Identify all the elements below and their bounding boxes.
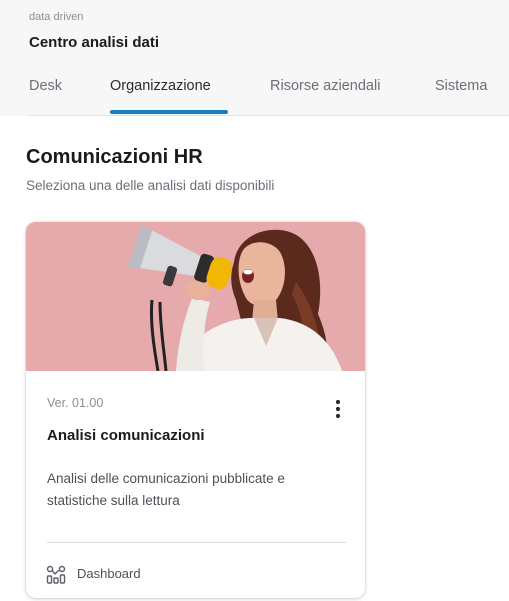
active-tab-indicator bbox=[110, 110, 228, 114]
card-footer-label: Dashboard bbox=[77, 566, 141, 581]
app-title: Centro analisi dati bbox=[29, 34, 160, 51]
header-divider bbox=[29, 115, 509, 116]
dashboard-icon bbox=[46, 565, 66, 585]
analysis-card[interactable]: Ver. 01.00 Analisi comunicazioni Analisi… bbox=[26, 222, 365, 598]
card-description: Analisi delle comunicazioni pubblicate e… bbox=[47, 471, 285, 508]
app-kicker: data driven bbox=[29, 11, 84, 23]
card-divider bbox=[47, 542, 346, 543]
card-title: Analisi comunicazioni bbox=[47, 427, 205, 444]
section-subtitle: Seleziona una delle analisi dati disponi… bbox=[26, 178, 275, 193]
tab-sistema[interactable]: Sistema bbox=[435, 78, 487, 94]
card-version: Ver. 01.00 bbox=[47, 396, 104, 410]
tab-desk[interactable]: Desk bbox=[29, 78, 62, 94]
tab-risorse-aziendali[interactable]: Risorse aziendali bbox=[270, 78, 380, 94]
section-title: Comunicazioni HR bbox=[26, 146, 203, 168]
megaphone-woman-image bbox=[26, 222, 365, 371]
app-header: data driven Centro analisi dati Desk Org… bbox=[0, 0, 509, 116]
more-vertical-icon[interactable] bbox=[331, 398, 345, 420]
tab-bar: Desk Organizzazione Risorse aziendali Si… bbox=[0, 78, 509, 116]
tab-organizzazione[interactable]: Organizzazione bbox=[110, 78, 211, 94]
